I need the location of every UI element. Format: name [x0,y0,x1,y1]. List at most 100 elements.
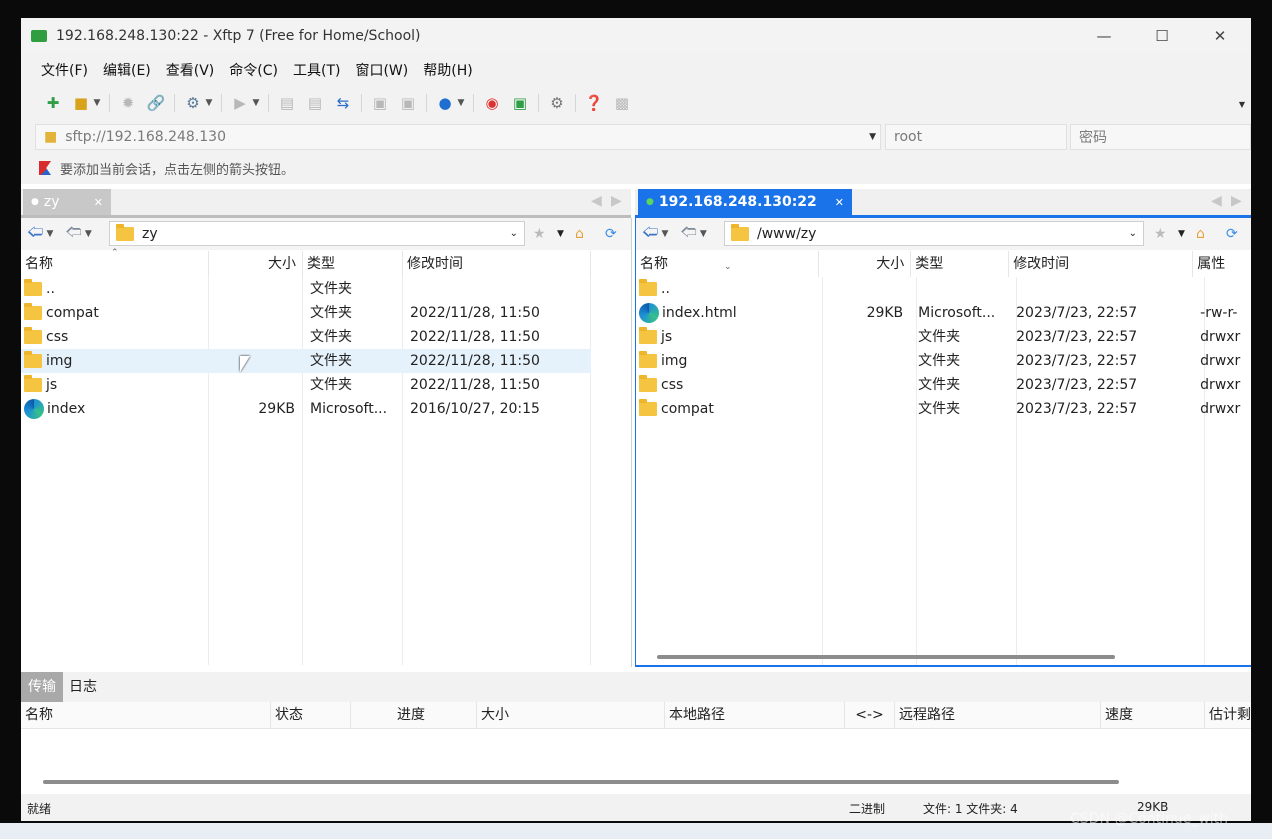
chevron-down-icon[interactable]: ▼ [205,93,213,113]
file-row[interactable]: img 文件夹 2023/7/23, 22:57 drwxr [636,349,1251,373]
col-speed[interactable]: 速度 [1101,702,1205,728]
minimize-icon[interactable]: — [1081,18,1127,54]
maximize-icon[interactable]: ☐ [1139,18,1185,54]
chevron-down-icon[interactable]: ▼ [869,132,876,142]
chevron-down-icon[interactable]: ▼ [661,229,668,239]
globe-icon[interactable]: ● [435,93,455,113]
password-field[interactable]: 密码 [1070,124,1251,150]
file-row[interactable]: compat 文件夹 2023/7/23, 22:57 drwxr [636,397,1251,421]
file-name: css [46,329,69,345]
col-size[interactable]: 大小 [209,251,303,277]
file-row[interactable]: js 文件夹 2023/7/23, 22:57 drwxr [636,325,1251,349]
remote-horizontal-scrollbar-thumb[interactable] [657,655,1115,659]
close-tab-icon[interactable]: ✕ [94,196,103,209]
col-size[interactable]: 大小 [819,251,912,277]
file-row[interactable]: css 文件夹 2023/7/23, 22:57 drwxr [636,373,1251,397]
menu-command[interactable]: 命令(C) [229,60,278,80]
toolbar-overflow-icon[interactable]: ▼ [1239,100,1245,109]
remote-path-field[interactable]: /www/zy ⌄ [724,221,1144,246]
disconnect-icon[interactable]: 🔗 [146,93,166,113]
file-row[interactable]: index 29KB Microsoft... 2016/10/27, 20:15 [21,397,591,421]
menu-view[interactable]: 查看(V) [166,60,215,80]
connect-icon[interactable]: ✹ [118,93,138,113]
sync-arrows-icon[interactable]: ⇆ [333,93,353,113]
preview-icon[interactable]: ▶ [230,93,250,113]
paste-icon[interactable]: ▣ [398,93,418,113]
chevron-down-icon[interactable]: ▼ [457,93,465,113]
chevron-down-icon[interactable]: ▼ [252,93,260,113]
xftp-icon[interactable]: ▣ [510,93,530,113]
file-row[interactable]: js 文件夹 2022/11/28, 11:50 [21,373,591,397]
chevron-down-icon[interactable]: ▼ [46,229,53,239]
menu-tools[interactable]: 工具(T) [293,60,340,80]
refresh-icon[interactable]: ⟳ [605,226,617,242]
close-icon[interactable]: ✕ [1197,18,1243,54]
favorite-star-icon[interactable]: ★ [533,226,546,242]
xshell-icon[interactable]: ◉ [482,93,502,113]
host-address-field[interactable]: ■ sftp://192.168.248.130 ▼ [35,124,881,150]
tab-scroll-right-icon[interactable]: ▶ [611,193,622,209]
col-mtime[interactable]: 修改时间 [1009,251,1194,277]
file-type-cell: 文件夹 [918,329,961,345]
favorite-star-icon[interactable]: ★ [1154,226,1167,242]
col-mtime[interactable]: 修改时间 [403,251,591,277]
col-type[interactable]: 类型 [303,251,403,277]
chat-icon[interactable]: ▩ [612,93,632,113]
properties-icon[interactable]: ⚙ [183,93,203,113]
menu-help[interactable]: 帮助(H) [423,60,472,80]
flag-icon[interactable] [39,161,51,175]
forward-arrow-icon[interactable]: 🢢 [680,221,696,248]
col-progress[interactable]: 进度 [351,702,477,728]
upload-icon[interactable]: ▤ [277,93,297,113]
file-row[interactable]: css 文件夹 2022/11/28, 11:50 [21,325,591,349]
home-icon[interactable]: ⌂ [575,226,584,242]
chevron-down-icon[interactable]: ▼ [700,229,707,239]
file-row[interactable]: .. [636,277,1251,301]
file-mtime-cell: 2022/11/28, 11:50 [410,305,540,321]
col-remote-path[interactable]: 远程路径 [895,702,1101,728]
tab-transfer[interactable]: 传输 [21,672,63,702]
tab-log[interactable]: 日志 [69,672,97,702]
close-tab-icon[interactable]: ✕ [835,196,844,209]
chevron-down-icon[interactable]: ⌄ [1129,228,1137,239]
chevron-down-icon[interactable]: ▼ [85,229,92,239]
help-icon[interactable]: ❓ [584,93,604,113]
chevron-down-icon[interactable]: ▼ [93,93,101,113]
col-type[interactable]: 类型 [911,251,1010,277]
gear-icon[interactable]: ⚙ [547,93,567,113]
col-status[interactable]: 状态 [271,702,351,728]
tab-scroll-left-icon[interactable]: ◀ [591,193,602,209]
download-icon[interactable]: ▤ [305,93,325,113]
tab-remote-session[interactable]: ● 192.168.248.130:22 ✕ [638,189,852,215]
refresh-icon[interactable]: ⟳ [1226,226,1238,242]
col-name[interactable]: 名称 [21,702,271,728]
new-session-icon[interactable]: ✚ [43,93,63,113]
tab-scroll-right-icon[interactable]: ▶ [1231,193,1242,209]
home-icon[interactable]: ⌂ [1196,226,1205,242]
menu-file[interactable]: 文件(F) [41,60,88,80]
chevron-down-icon[interactable]: ⌄ [510,228,518,239]
file-row[interactable]: index.html 29KB Microsoft... 2023/7/23, 22:… [636,301,1251,325]
file-row[interactable]: .. 文件夹 [21,277,591,301]
copy-icon[interactable]: ▣ [370,93,390,113]
tab-local-zy[interactable]: ● zy ✕ [23,189,111,215]
tab-scroll-left-icon[interactable]: ◀ [1211,193,1222,209]
col-local-path[interactable]: 本地路径 [665,702,845,728]
file-row[interactable]: compat 文件夹 2022/11/28, 11:50 [21,301,591,325]
col-eta[interactable]: 估计剩 [1205,702,1251,728]
forward-arrow-icon[interactable]: 🢢 [65,221,81,248]
chevron-down-icon[interactable]: ▼ [557,229,564,239]
col-attr[interactable]: 属性 [1193,251,1251,277]
file-row[interactable]: img 文件夹 2022/11/28, 11:50 [21,349,591,373]
menu-window[interactable]: 窗口(W) [355,60,408,80]
col-direction[interactable]: <-> [845,702,895,728]
back-arrow-icon[interactable]: 🢠 [642,221,658,248]
menu-edit[interactable]: 编辑(E) [103,60,151,80]
local-path-field[interactable]: zy ⌄ [109,221,525,246]
col-size[interactable]: 大小 [477,702,665,728]
chevron-down-icon[interactable]: ▼ [1178,229,1185,239]
transfer-horizontal-scrollbar[interactable] [43,780,1119,784]
username-field[interactable]: root [885,124,1067,150]
back-arrow-icon[interactable]: 🢠 [27,221,43,248]
open-folder-icon[interactable]: ■ [71,93,91,113]
